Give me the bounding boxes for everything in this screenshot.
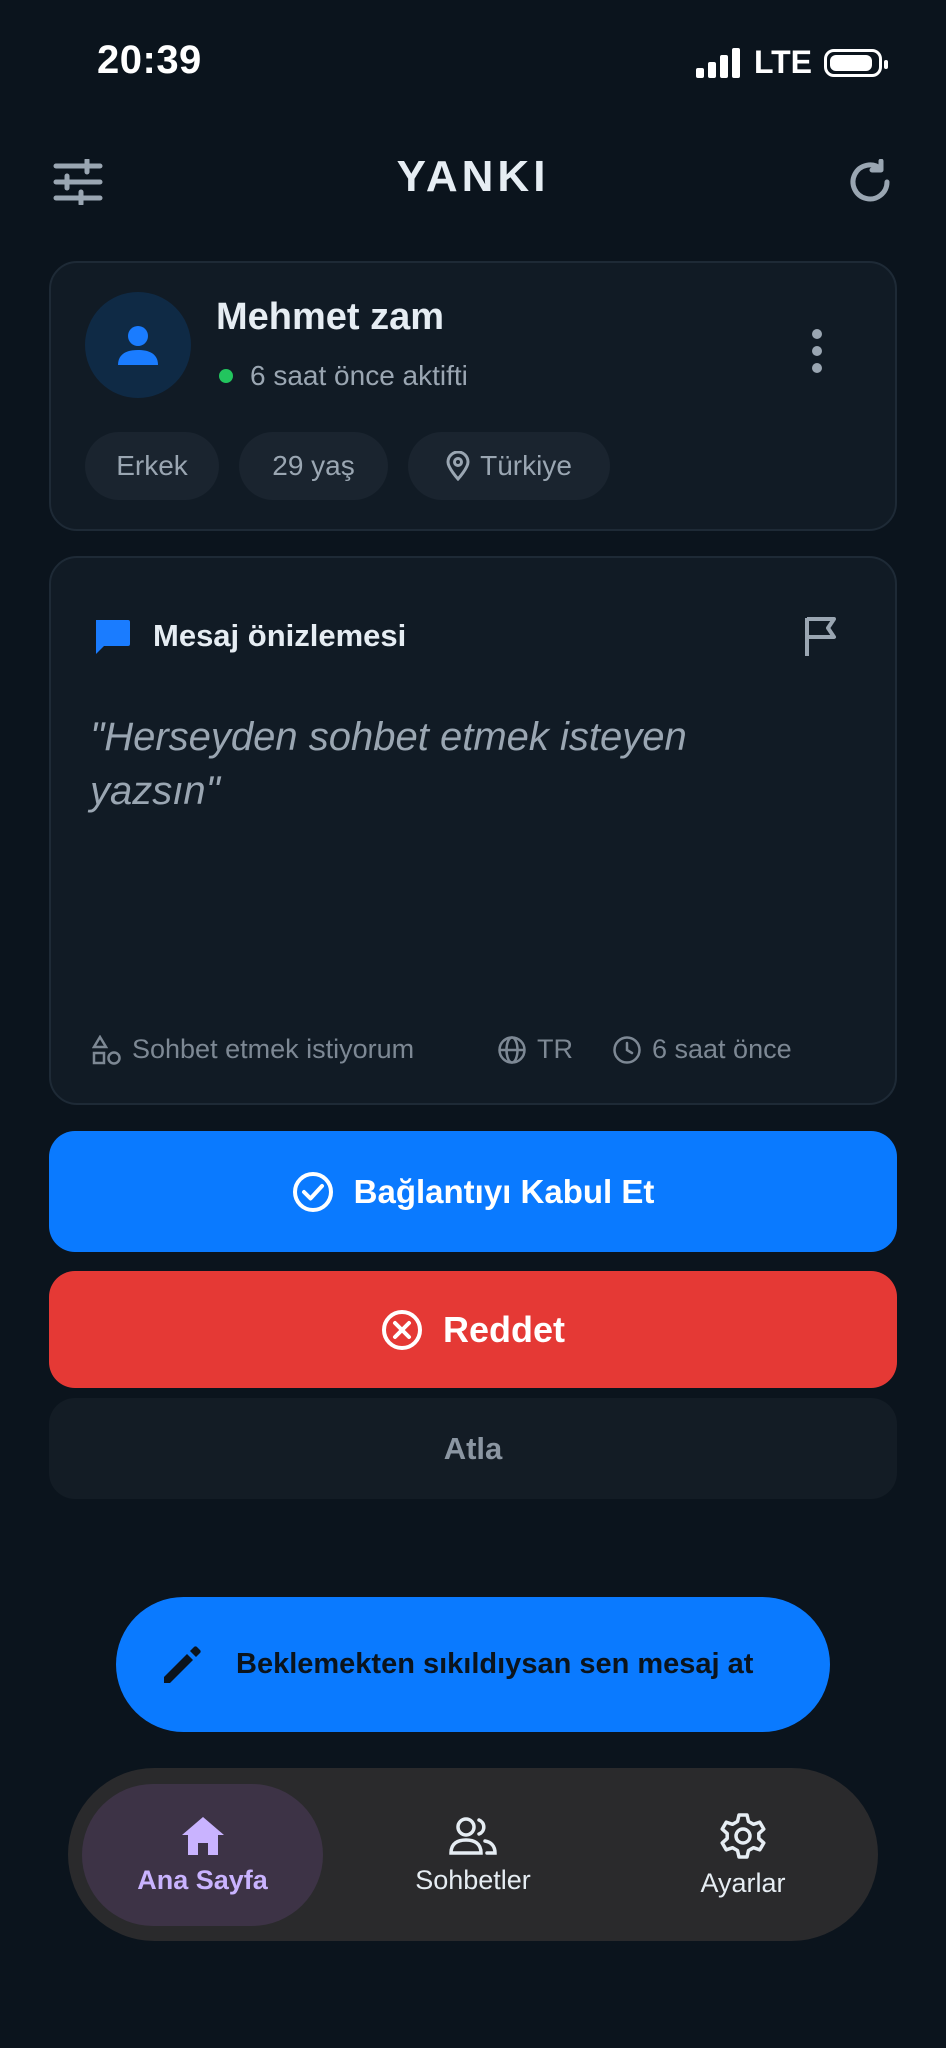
location-chip: Türkiye — [408, 432, 610, 500]
gender-chip: Erkek — [85, 432, 219, 500]
age-chip: 29 yaş — [239, 432, 388, 500]
status-time: 20:39 — [97, 38, 202, 82]
check-circle-icon — [292, 1171, 334, 1213]
report-flag-icon[interactable] — [802, 614, 842, 658]
location-pin-icon — [446, 451, 470, 481]
message-quote-line: "Herseyden sohbet etmek isteyen — [90, 715, 687, 759]
nav-item-chats[interactable]: Sohbetler — [352, 1784, 594, 1926]
nav-item-settings[interactable]: Ayarlar — [622, 1784, 864, 1926]
time-label: 6 saat önce — [652, 1034, 792, 1064]
skip-label: Atla — [443, 1430, 503, 1466]
accept-label: Bağlantıyı Kabul Et — [353, 1172, 655, 1210]
skip-button[interactable]: Atla — [49, 1398, 897, 1499]
person-icon — [118, 326, 158, 365]
battery-icon — [824, 48, 888, 77]
language-label: TR — [537, 1034, 573, 1064]
clock-icon — [612, 1035, 642, 1065]
pencil-icon — [158, 1641, 206, 1689]
cancel-circle-icon — [381, 1309, 423, 1351]
signal-icon — [695, 47, 742, 78]
gender-label: Erkek — [116, 450, 188, 481]
nav-item-home[interactable]: Ana Sayfa — [82, 1784, 323, 1926]
send-message-fab[interactable]: Beklemekten sıkıldıysan sen mesaj at — [116, 1597, 830, 1732]
location-label: Türkiye — [480, 450, 572, 481]
intent-label: Sohbet etmek istiyorum — [132, 1034, 415, 1064]
intent-meta: Sohbet etmek istiyorum — [92, 1034, 414, 1065]
online-status-dot — [219, 369, 233, 383]
age-label: 29 yaş — [272, 450, 355, 481]
nav-label: Ana Sayfa — [137, 1864, 268, 1895]
avatar — [85, 292, 191, 398]
last-active-text: 6 saat önce aktifti — [250, 360, 468, 391]
refresh-icon[interactable] — [842, 154, 898, 210]
language-meta: TR — [497, 1034, 573, 1065]
nav-label: Ayarlar — [700, 1867, 786, 1898]
message-preview-title: Mesaj önizlemesi — [153, 618, 407, 653]
app-title: YANKI — [396, 152, 550, 201]
reject-button[interactable]: Reddet — [49, 1271, 897, 1388]
fab-label: Beklemekten sıkıldıysan sen mesaj at — [236, 1648, 754, 1680]
globe-icon — [497, 1035, 527, 1065]
network-label: LTE — [753, 44, 812, 80]
time-meta: 6 saat önce — [612, 1034, 792, 1065]
home-icon — [180, 1815, 226, 1857]
gear-icon — [719, 1812, 767, 1860]
status-indicators: LTE — [695, 44, 888, 81]
nav-label: Sohbetler — [415, 1864, 531, 1895]
chat-bubble-icon — [92, 616, 132, 656]
message-quote-line: yazsın" — [90, 769, 220, 813]
shapes-icon — [92, 1034, 122, 1065]
accept-connection-button[interactable]: Bağlantıyı Kabul Et — [49, 1131, 897, 1252]
reject-label: Reddet — [442, 1308, 565, 1350]
profile-name: Mehmet zam — [216, 296, 445, 338]
people-icon — [448, 1815, 498, 1857]
more-options-icon[interactable] — [800, 326, 834, 376]
message-quote: "Herseyden sohbet etmek isteyen yazsın" — [90, 710, 810, 818]
